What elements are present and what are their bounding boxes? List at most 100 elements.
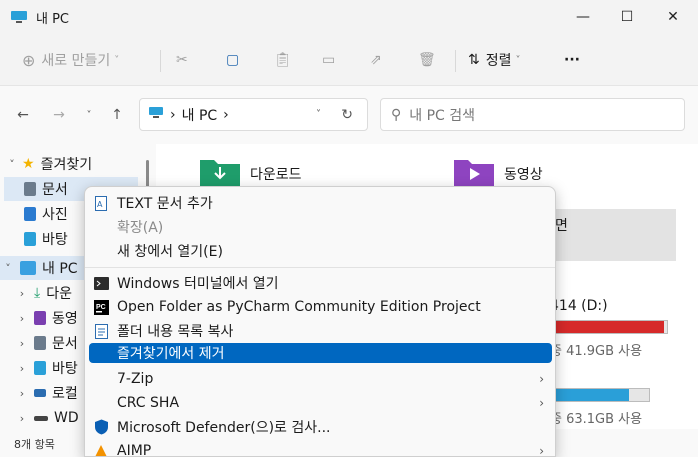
menu-item-open-new-window[interactable]: 새 창에서 열기(E) [89, 239, 552, 263]
desktop-icon [34, 361, 46, 375]
copy-button[interactable]: ▢ [226, 48, 239, 72]
maximize-icon: ☐ [620, 9, 634, 25]
sidebar-item-label: 다운 [46, 286, 72, 302]
menu-item-open-pycharm[interactable]: PC Open Folder as PyCharm Community Edit… [89, 295, 552, 319]
chevron-down-icon[interactable]: ˅ [4, 158, 20, 171]
menu-item-label: Open Folder as PyCharm Community Edition… [117, 299, 481, 315]
menu-item-crc-sha[interactable]: CRC SHA › [89, 391, 552, 415]
window-title: 내 PC [36, 11, 70, 27]
paste-button[interactable]: 📋︎ [274, 48, 292, 72]
chevron-right-icon[interactable]: › [14, 412, 30, 425]
address-bar[interactable]: › 내 PC › ˅ ↻ [139, 98, 368, 131]
menu-item-open-terminal[interactable]: Windows 터미널에서 열기 [89, 271, 552, 295]
download-icon: ⤓ [34, 285, 41, 301]
chevron-down-icon[interactable]: ˅ [316, 109, 321, 120]
chevron-right-icon[interactable]: › [14, 387, 30, 400]
chevron-right-icon: › [170, 106, 176, 123]
menu-item-copy-folder-list[interactable]: 폴더 내용 목록 복사 [89, 319, 552, 343]
sort-button[interactable]: ⇅ 정렬 ˅ [468, 48, 521, 72]
drive-free: 중 41.9GB 사용 [550, 344, 643, 359]
star-icon: ★ [22, 156, 35, 172]
menu-item-label: Microsoft Defender(으)로 검사... [117, 420, 331, 436]
arrow-left-icon: ← [17, 107, 29, 123]
hdd-icon [34, 415, 48, 421]
sidebar-item-label: 내 PC [42, 261, 78, 277]
delete-button[interactable]: 🗑︎ [418, 48, 436, 72]
chevron-right-icon[interactable]: › [14, 287, 30, 300]
command-bar: ⊕ 새로 만들기 ˅ ✂ ▢ 📋︎ ▭ ⇗ 🗑︎ ⇅ 정렬 ˅ ··· [0, 34, 698, 86]
close-icon: ✕ [667, 9, 679, 25]
documents-icon [24, 182, 36, 196]
sidebar-item-label: 바탕 [52, 361, 78, 377]
chevron-right-icon: › [539, 396, 544, 410]
sort-label: 정렬 [485, 53, 512, 69]
drive-usage-bar [550, 388, 650, 402]
chevron-down-icon[interactable]: ˅ [0, 262, 16, 275]
new-button[interactable]: ⊕ 새로 만들기 ˅ [22, 48, 119, 72]
sidebar-item-label: 로컬 [52, 386, 78, 402]
separator [455, 50, 456, 72]
drive-e[interactable]: 중 63.1GB 사용 [550, 388, 650, 427]
drive-icon [34, 389, 46, 397]
sidebar-item-label: 사진 [42, 207, 68, 223]
close-button[interactable]: ✕ [650, 0, 696, 34]
breadcrumb-pc[interactable]: 내 PC [182, 105, 218, 125]
sidebar-item-label: 즐겨찾기 [40, 157, 93, 173]
menu-item-aimp[interactable]: AIMP › [89, 439, 552, 456]
paste-icon: 📋︎ [274, 52, 292, 68]
menu-item-label: 즐겨찾기에서 제거 [117, 346, 225, 362]
menu-item-label: 확장(A) [117, 220, 164, 236]
refresh-icon[interactable]: ↻ [341, 107, 353, 123]
chevron-right-icon[interactable]: › [223, 107, 229, 123]
menu-item-label: CRC SHA [117, 395, 180, 411]
more-button[interactable]: ··· [564, 48, 580, 72]
menu-item-label: 7-Zip [117, 371, 154, 387]
chevron-right-icon[interactable]: › [14, 312, 30, 325]
aimp-icon [93, 443, 109, 456]
menu-item-7zip[interactable]: 7-Zip › [89, 367, 552, 391]
arrow-up-icon: ↑ [111, 107, 123, 123]
minimize-button[interactable]: — [560, 0, 606, 34]
search-box[interactable]: ⚲ 내 PC 검색 [380, 98, 685, 131]
minimize-icon: — [576, 9, 590, 25]
forward-button[interactable]: → [48, 104, 70, 126]
menu-item-label: 새 창에서 열기(E) [117, 244, 223, 260]
sidebar-item-label: 바탕 [42, 232, 68, 248]
menu-item-text-document[interactable]: A TEXT 문서 추가 [89, 191, 552, 215]
menu-item-remove-favorites[interactable]: 즐겨찾기에서 제거 [89, 343, 552, 363]
up-button[interactable]: ↑ [106, 104, 128, 126]
drive-label: 414 (D:) [550, 298, 608, 314]
menu-separator [85, 267, 555, 268]
maximize-button[interactable]: ☐ [604, 0, 650, 34]
share-button[interactable]: ⇗ [370, 48, 382, 72]
menu-item-label: Windows 터미널에서 열기 [117, 276, 279, 292]
chevron-down-icon: ˅ [114, 54, 120, 66]
drive-usage-bar [550, 320, 668, 334]
recent-button[interactable]: ˅ [78, 104, 100, 126]
plus-icon: ⊕ [22, 50, 36, 70]
trash-icon: 🗑︎ [418, 52, 436, 68]
folder-desktop-tile[interactable]: 면 [543, 209, 676, 261]
terminal-icon [93, 275, 109, 291]
item-count: 8개 항목 [14, 438, 55, 451]
text-doc-icon: A [93, 195, 109, 211]
sidebar-item-label: WD [54, 410, 79, 426]
drive-d[interactable]: 414 (D:) 중 41.9GB 사용 [550, 298, 668, 359]
more-icon: ··· [564, 52, 580, 68]
sidebar-item-label: 문서 [42, 182, 68, 198]
folder-label: 동영상 [504, 167, 543, 183]
rename-button[interactable]: ▭ [322, 48, 335, 72]
videos-icon [34, 311, 46, 325]
menu-item-defender-scan[interactable]: Microsoft Defender(으)로 검사... [89, 415, 552, 439]
cut-button[interactable]: ✂ [176, 48, 188, 72]
search-placeholder: 내 PC 검색 [409, 107, 476, 124]
new-label: 새로 만들기 [41, 53, 111, 69]
pycharm-icon: PC [93, 299, 109, 315]
sidebar-item-label: 문서 [52, 336, 78, 352]
folder-label: 다운로드 [250, 167, 302, 183]
sidebar-item-favorites[interactable]: ˅ ★ 즐겨찾기 [4, 152, 154, 176]
chevron-right-icon[interactable]: › [14, 362, 30, 375]
chevron-right-icon[interactable]: › [14, 337, 30, 350]
scissors-icon: ✂ [176, 52, 188, 68]
back-button[interactable]: ← [12, 104, 34, 126]
